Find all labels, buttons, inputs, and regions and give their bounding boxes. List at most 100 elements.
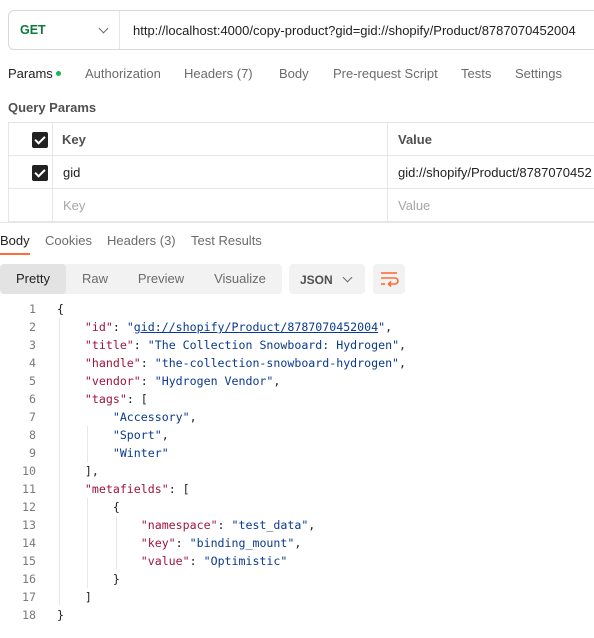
response-tab-body[interactable]: Body <box>0 233 30 248</box>
code-line: 4 "handle": "the-collection-snowboard-hy… <box>0 354 594 372</box>
code-line: 10 ], <box>0 462 594 480</box>
line-number: 4 <box>29 356 36 370</box>
code-text: ], <box>57 462 99 480</box>
code-text: "Sport", <box>57 426 169 444</box>
line-number: 9 <box>29 446 36 460</box>
pane-divider[interactable] <box>0 222 594 223</box>
code-line: 13 "namespace": "test_data", <box>0 516 594 534</box>
code-token: , <box>294 536 302 550</box>
code-line: 5 "vendor": "Hydrogen Vendor", <box>0 372 594 390</box>
param-checkbox[interactable] <box>32 165 48 181</box>
line-number: 18 <box>22 608 36 622</box>
line-number: 2 <box>29 320 36 334</box>
response-tab-test-results[interactable]: Test Results <box>191 233 262 248</box>
tab-authorization[interactable]: Authorization <box>85 66 161 81</box>
code-token: } <box>57 608 64 622</box>
wrap-lines-button[interactable] <box>373 264 405 294</box>
value-column-header: Value <box>398 132 432 147</box>
key-column-header: Key <box>62 132 86 147</box>
tab-tests[interactable]: Tests <box>461 66 491 81</box>
code-line: 17 ] <box>0 588 594 606</box>
code-token: , <box>161 428 169 442</box>
select-all-cell <box>8 123 53 155</box>
code-token: "the-collection-snowboard-hydrogen" <box>154 356 400 370</box>
chevron-down-icon <box>342 272 353 283</box>
code-token: "id" <box>84 320 113 334</box>
format-select[interactable]: JSON <box>289 264 365 294</box>
code-line: 8 "Sport", <box>0 426 594 444</box>
param-value-input[interactable]: gid://shopify/Product/8787070452 <box>398 165 592 180</box>
view-preview-button[interactable]: Preview <box>124 264 198 294</box>
tab-params[interactable]: Params <box>8 66 61 81</box>
code-token: : <box>112 320 127 334</box>
response-tab-cookies[interactable]: Cookies <box>45 233 92 248</box>
param-new-row: Key Value <box>8 189 594 222</box>
code-token: "key" <box>140 536 176 550</box>
param-key-input[interactable]: gid <box>63 165 80 180</box>
code-token: "vendor" <box>84 374 141 388</box>
code-token: "Sport" <box>112 428 162 442</box>
tab-body[interactable]: Body <box>279 66 309 81</box>
code-token: , <box>189 410 197 424</box>
code-token: : <box>140 374 155 388</box>
code-token: "metafields" <box>84 482 169 496</box>
code-token: : <box>140 356 155 370</box>
tab-settings[interactable]: Settings <box>515 66 562 81</box>
code-token: , <box>308 518 316 532</box>
code-line: 1{ <box>0 300 594 318</box>
request-url-bar: GET http://localhost:4000/copy-product?g… <box>8 10 594 50</box>
code-token: "namespace" <box>140 518 218 532</box>
view-pretty-button[interactable]: Pretty <box>0 264 66 294</box>
method-label: GET <box>20 23 46 37</box>
new-key-input[interactable]: Key <box>63 198 85 213</box>
code-token: , <box>273 374 281 388</box>
view-raw-button[interactable]: Raw <box>66 264 124 294</box>
code-line: 15 "value": "Optimistic" <box>0 552 594 570</box>
code-text: "id": "gid://shopify/Product/87870704520… <box>57 318 392 336</box>
wrap-lines-icon <box>381 272 399 288</box>
view-visualize-button[interactable]: Visualize <box>198 264 282 294</box>
line-number: 1 <box>29 302 36 316</box>
code-token: "title" <box>84 338 134 352</box>
code-text: "tags": [ <box>57 390 148 408</box>
line-number: 17 <box>22 590 36 604</box>
code-token: "Winter" <box>112 446 169 460</box>
tab-headers[interactable]: Headers (7) <box>184 66 253 81</box>
response-tab-headers[interactable]: Headers (3) <box>107 233 176 248</box>
url-input[interactable]: http://localhost:4000/copy-product?gid=g… <box>133 23 576 38</box>
select-all-checkbox[interactable] <box>32 132 48 148</box>
code-text: { <box>57 300 64 318</box>
active-tab-underline <box>0 253 30 255</box>
code-token: "binding_mount" <box>189 536 295 550</box>
method-select[interactable]: GET <box>9 11 120 49</box>
code-text: "vendor": "Hydrogen Vendor", <box>57 372 280 390</box>
query-params-table: Key Value gid gid://shopify/Product/8787… <box>8 122 594 222</box>
code-token: } <box>112 572 120 586</box>
code-token: "The Collection Snowboard: Hydrogen" <box>147 338 400 352</box>
line-number: 16 <box>22 572 36 586</box>
line-number: 10 <box>22 464 36 478</box>
line-number: 6 <box>29 392 36 406</box>
code-text: "Accessory", <box>57 408 197 426</box>
line-number: 13 <box>22 518 36 532</box>
code-line: 7 "Accessory", <box>0 408 594 426</box>
code-line: 14 "key": "binding_mount", <box>0 534 594 552</box>
code-line: 2 "id": "gid://shopify/Product/878707045… <box>0 318 594 336</box>
code-token: "Hydrogen Vendor" <box>154 374 274 388</box>
code-token: "Accessory" <box>112 410 190 424</box>
line-number: 14 <box>22 536 36 550</box>
line-number: 15 <box>22 554 36 568</box>
new-value-input[interactable]: Value <box>398 198 430 213</box>
code-token: : <box>133 338 148 352</box>
code-token: : [ <box>126 392 148 406</box>
code-token: " <box>126 320 134 334</box>
tab-pre-request-script[interactable]: Pre-request Script <box>333 66 438 81</box>
code-line: 6 "tags": [ <box>0 390 594 408</box>
code-token: ], <box>84 464 99 478</box>
code-text: "handle": "the-collection-snowboard-hydr… <box>57 354 406 372</box>
code-text: "value": "Optimistic" <box>57 552 288 570</box>
gid-link[interactable]: gid://shopify/Product/8787070452004 <box>134 320 378 334</box>
code-token: "handle" <box>84 356 141 370</box>
code-token: , <box>399 356 407 370</box>
code-token: { <box>112 500 120 514</box>
